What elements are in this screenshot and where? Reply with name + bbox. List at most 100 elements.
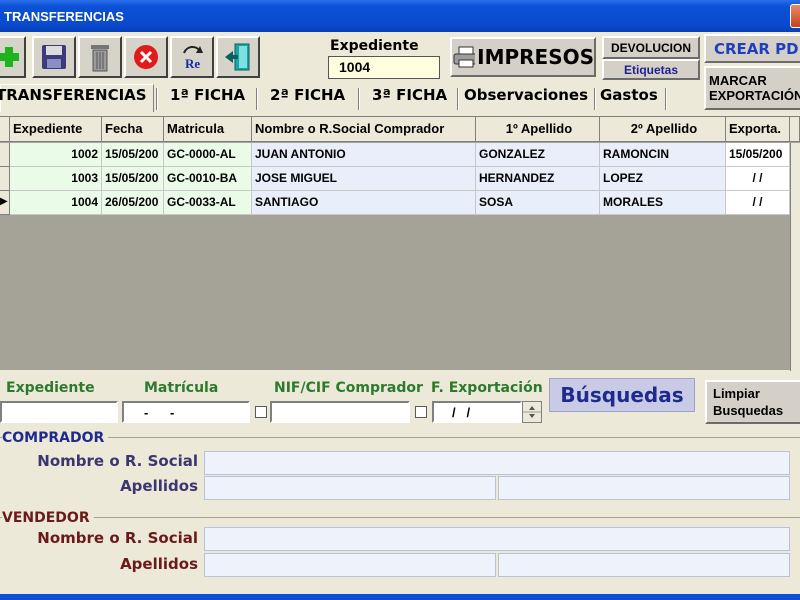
devolucion-label: DEVOLUCION — [610, 40, 691, 55]
table-cell[interactable]: MORALES — [600, 191, 726, 215]
search-matricula-label: Matrícula — [144, 380, 219, 396]
exportacion-label: EXPORTACIÓN — [709, 88, 800, 103]
expediente-field[interactable]: 1004 — [328, 56, 440, 79]
tab-2a-ficha[interactable]: 2ª FICHA — [270, 86, 345, 110]
search-nif-label: NIF/CIF Comprador — [274, 380, 423, 396]
grid-scroll-header — [790, 117, 800, 142]
marcar-label: MARCAR — [709, 73, 767, 88]
busquedas-button[interactable]: Búsquedas — [549, 378, 695, 412]
search-fexport-checkbox[interactable] — [415, 406, 427, 418]
tab-observaciones[interactable]: Observaciones — [464, 86, 588, 110]
comprador-title: COMPRADOR — [2, 430, 109, 446]
fexport-spinner[interactable] — [522, 401, 542, 423]
grid-vertical-scrollbar[interactable] — [790, 143, 800, 371]
refresh-button[interactable]: Re — [170, 36, 214, 78]
row-indicator[interactable] — [0, 143, 10, 167]
table-cell[interactable]: / / — [726, 191, 790, 215]
impresos-button[interactable]: IMPRESOS — [450, 37, 596, 77]
table-cell[interactable]: 15/05/200 — [102, 143, 164, 167]
search-expediente-label: Expediente — [6, 380, 95, 396]
search-fexport-label: F. Exportación — [431, 380, 543, 396]
table-cell[interactable]: 15/05/200 — [726, 143, 790, 167]
table-cell[interactable]: 26/05/200 — [102, 191, 164, 215]
tab-separator — [256, 88, 258, 110]
limpiar-label: Limpiar — [713, 386, 760, 401]
plus-icon — [0, 47, 19, 67]
cancel-button[interactable] — [124, 36, 168, 78]
save-button[interactable] — [32, 36, 76, 78]
add-record-button[interactable] — [0, 36, 26, 78]
current-row-indicator[interactable]: ▶ — [0, 191, 10, 215]
table-cell[interactable]: JUAN ANTONIO — [252, 143, 476, 167]
vendedor-section-divider — [0, 517, 800, 518]
table-cell[interactable]: GC-0010-BA — [164, 167, 252, 191]
refresh-icon: Re — [183, 46, 203, 71]
limpiar-busquedas-button[interactable]: Limpiar Busquedas — [705, 380, 800, 424]
spinner-arrows-icon — [523, 406, 541, 418]
comprador-apellido2-field[interactable] — [498, 476, 790, 500]
devolucion-button[interactable]: DEVOLUCION — [602, 36, 700, 59]
table-cell[interactable]: 1003 — [10, 167, 102, 191]
tab-3a-ficha[interactable]: 3ª FICHA — [372, 86, 447, 110]
col-header-apellido1[interactable]: 1º Apellido — [476, 117, 600, 142]
records-grid[interactable]: Expediente Fecha Matricula Nombre o R.So… — [0, 116, 800, 371]
etiquetas-button[interactable]: Etiquetas — [602, 59, 700, 80]
impresos-label: IMPRESOS — [477, 45, 594, 69]
col-header-exporta[interactable]: Exporta. — [726, 117, 790, 142]
col-header-fecha[interactable]: Fecha — [102, 117, 164, 142]
table-cell[interactable]: RAMONCIN — [600, 143, 726, 167]
table-cell[interactable]: GC-0000-AL — [164, 143, 252, 167]
search-matricula-input[interactable]: - - — [122, 401, 250, 423]
delete-button[interactable] — [78, 36, 122, 78]
crear-pdf-button[interactable]: CREAR PDF — [704, 34, 800, 63]
search-expediente-input[interactable] — [0, 401, 118, 423]
comprador-section-divider — [0, 437, 800, 438]
search-nif-input[interactable] — [270, 401, 410, 423]
col-header-expediente[interactable]: Expediente — [10, 117, 102, 142]
tab-1a-ficha[interactable]: 1ª FICHA — [170, 86, 245, 110]
table-cell[interactable]: 1002 — [10, 143, 102, 167]
table-cell[interactable]: GONZALEZ — [476, 143, 600, 167]
vendedor-apellidos-label: Apellidos — [120, 555, 198, 573]
vendedor-title: VENDEDOR — [2, 510, 94, 526]
table-cell[interactable]: HERNANDEZ — [476, 167, 600, 191]
table-cell[interactable]: GC-0033-AL — [164, 191, 252, 215]
comprador-nombre-field[interactable] — [204, 451, 790, 475]
row-indicator[interactable] — [0, 167, 10, 191]
table-cell[interactable]: SOSA — [476, 191, 600, 215]
exit-button[interactable] — [216, 36, 260, 78]
comprador-nombre-label: Nombre o R. Social — [37, 452, 198, 470]
window-title: TRANSFERENCIAS — [4, 9, 124, 24]
vendedor-apellido2-field[interactable] — [498, 553, 790, 577]
expediente-label: Expediente — [330, 38, 419, 54]
table-cell[interactable]: SANTIAGO — [252, 191, 476, 215]
table-cell[interactable]: 15/05/200 — [102, 167, 164, 191]
tab-transferencias[interactable]: TRANSFERENCIAS — [0, 86, 147, 110]
col-header-apellido2[interactable]: 2º Apellido — [600, 117, 726, 142]
table-cell[interactable]: / / — [726, 167, 790, 191]
tab-separator — [594, 88, 596, 110]
tab-separator — [358, 88, 360, 110]
window-bottom-border — [0, 594, 800, 600]
tab-separator — [457, 88, 459, 110]
tab-separator — [156, 88, 158, 110]
search-matricula-checkbox[interactable] — [255, 406, 267, 418]
col-header-matricula[interactable]: Matricula — [164, 117, 252, 142]
table-cell[interactable]: LOPEZ — [600, 167, 726, 191]
table-cell[interactable]: 1004 — [10, 191, 102, 215]
cancel-icon — [134, 45, 158, 69]
busquedas-label: Búsquedas — [560, 383, 684, 407]
vendedor-nombre-field[interactable] — [204, 527, 790, 551]
table-cell[interactable]: JOSE MIGUEL — [252, 167, 476, 191]
marcar-exportacion-button[interactable]: MARCAR EXPORTACIÓN — [704, 66, 800, 110]
col-header-nombre[interactable]: Nombre o R.Social Comprador — [252, 117, 476, 142]
tab-gastos[interactable]: Gastos — [600, 86, 658, 110]
comprador-apellido1-field[interactable] — [204, 476, 496, 500]
vendedor-apellido1-field[interactable] — [204, 553, 496, 577]
crear-pdf-label: CREAR PDF — [714, 39, 800, 58]
search-fexport-input[interactable]: / / — [432, 401, 522, 423]
vendedor-nombre-label: Nombre o R. Social — [37, 529, 198, 547]
save-icon — [42, 45, 66, 69]
close-window-button[interactable] — [790, 4, 800, 28]
exit-door-icon — [225, 43, 250, 71]
